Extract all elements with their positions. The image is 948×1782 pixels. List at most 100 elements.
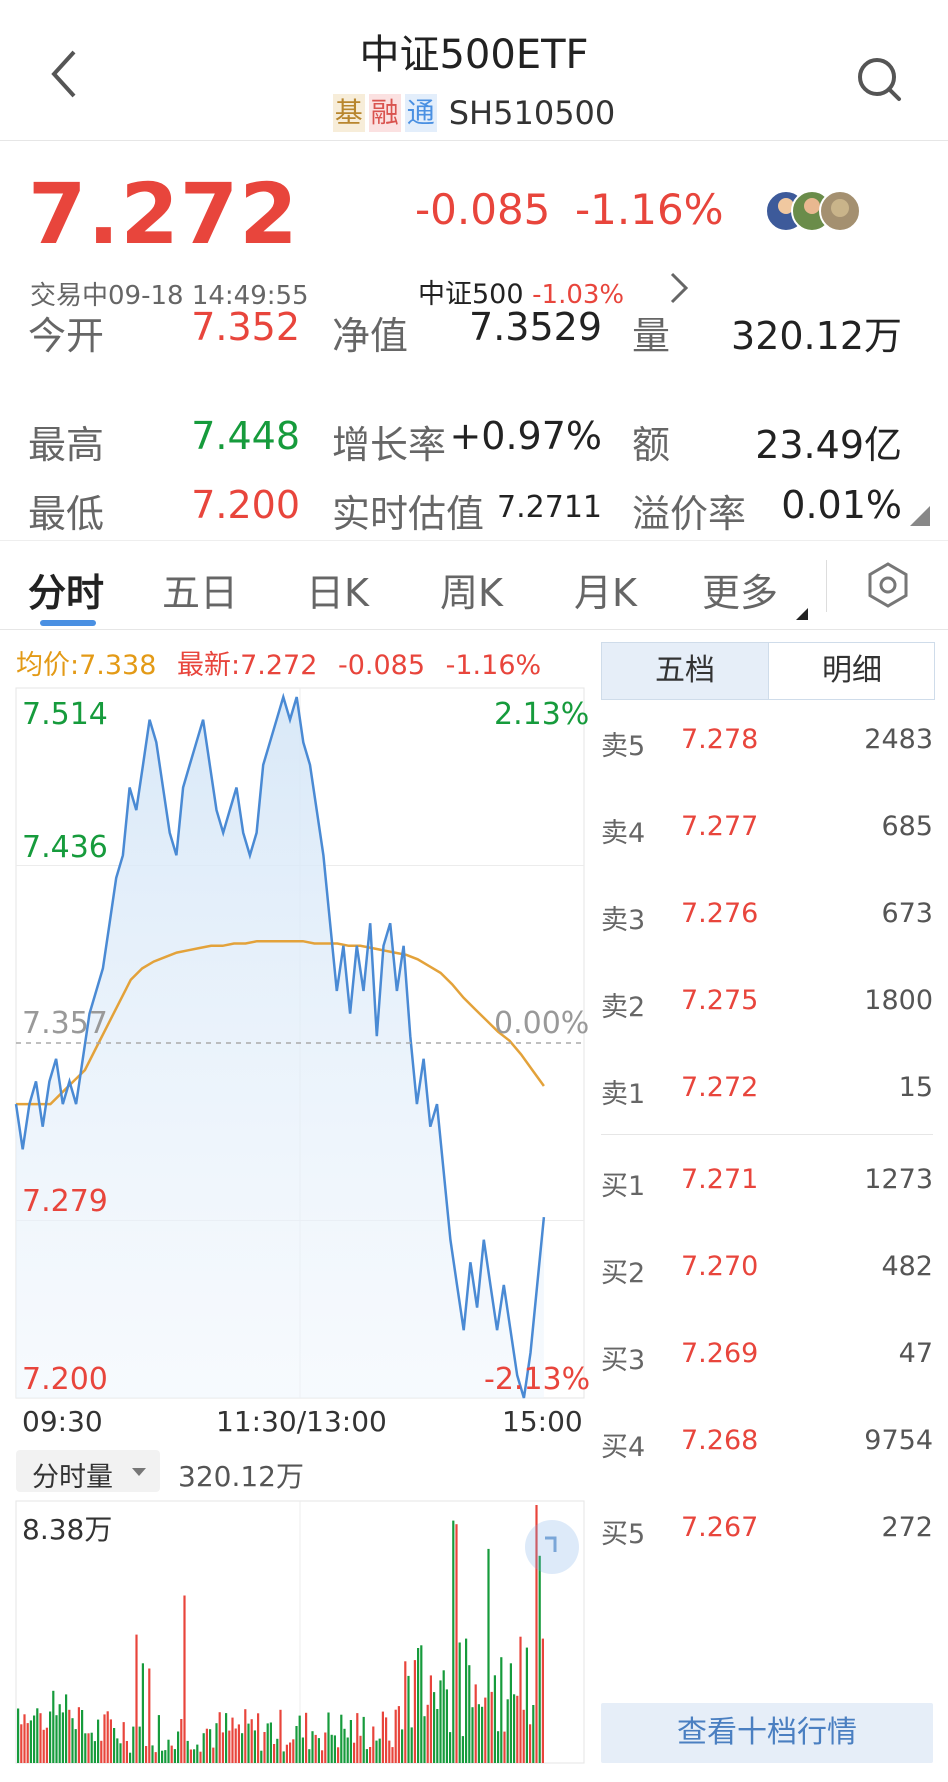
volume-bar	[167, 1739, 170, 1763]
volume-bar	[129, 1752, 132, 1763]
volume-bar	[225, 1713, 228, 1763]
volume-bar	[45, 1727, 48, 1763]
volume-bar	[500, 1657, 503, 1763]
volume-selector[interactable]: 分时量	[16, 1450, 160, 1493]
chevron-right-icon[interactable]	[668, 268, 690, 308]
volume-bar	[170, 1745, 173, 1763]
volume-bar	[340, 1714, 343, 1763]
volume-bar	[375, 1740, 378, 1763]
volume-bar	[39, 1713, 42, 1763]
volume-bar	[295, 1726, 298, 1763]
stat-value-volume: 320.12万	[731, 314, 902, 358]
volume-bar	[388, 1740, 391, 1763]
volume-max-label: 8.38万	[22, 1513, 113, 1546]
volume-bar	[23, 1714, 26, 1763]
volume-bar	[282, 1751, 285, 1763]
ask-row: 卖4 7.277 685	[601, 811, 933, 851]
volume-bar	[177, 1731, 180, 1763]
y-tick-left-2: 7.357	[22, 1006, 108, 1041]
ask-label: 卖4	[601, 818, 646, 849]
volume-bar	[90, 1732, 93, 1763]
volume-bar	[132, 1726, 135, 1763]
volume-bar	[404, 1661, 407, 1763]
view-ten-levels-button[interactable]: 查看十档行情	[601, 1703, 933, 1763]
volume-bar	[394, 1709, 397, 1763]
volume-bar	[513, 1694, 516, 1763]
volume-bar	[218, 1712, 221, 1763]
tab-daily-k[interactable]: 日K	[306, 562, 369, 617]
y-tick-right-2: -2.13%	[484, 1362, 591, 1397]
volume-bar	[116, 1738, 119, 1763]
x-tick-2: 15:00	[502, 1405, 583, 1438]
volume-bar	[84, 1733, 87, 1763]
volume-bar	[228, 1730, 231, 1763]
volume-bar	[285, 1744, 288, 1763]
stat-label-growth: 增长率	[332, 423, 447, 467]
volume-bar	[58, 1704, 61, 1763]
volume-bar	[193, 1749, 196, 1763]
y-tick-left-1: 7.436	[22, 830, 108, 865]
community-avatars[interactable]	[764, 188, 874, 234]
stat-value-estimate: 7.2711	[497, 490, 602, 525]
bid-price: 7.269	[681, 1338, 759, 1369]
stat-value-amount: 23.49亿	[755, 423, 902, 467]
ask-price: 7.275	[681, 985, 759, 1016]
volume-bar	[241, 1733, 244, 1763]
tab-detail[interactable]: 明细	[768, 643, 935, 699]
stat-label-open: 今开	[28, 314, 105, 358]
bid-volume: 272	[881, 1512, 933, 1543]
settings-icon[interactable]	[865, 562, 911, 608]
volume-bar	[260, 1750, 263, 1763]
volume-bar	[113, 1728, 116, 1763]
expand-corner-icon[interactable]	[910, 506, 930, 526]
volume-bar	[93, 1741, 96, 1763]
volume-bar	[269, 1722, 272, 1763]
bid-volume: 482	[881, 1251, 933, 1282]
tab-intraday[interactable]: 分时	[28, 562, 104, 617]
volume-bar	[327, 1712, 330, 1763]
y-tick-right-1: 0.00%	[494, 1006, 590, 1041]
price-change: -0.085	[415, 185, 551, 234]
ask-label: 卖5	[601, 731, 646, 762]
volume-bar	[109, 1719, 112, 1763]
tab-more[interactable]: 更多	[702, 562, 778, 617]
stat-value-nav: 7.3529	[469, 305, 602, 349]
avg-price: 均价:7.338	[16, 650, 157, 681]
bid-row: 买4 7.268 9754	[601, 1425, 933, 1465]
search-icon[interactable]	[855, 55, 905, 105]
ask-row: 卖5 7.278 2483	[601, 724, 933, 764]
tab-five-day[interactable]: 五日	[162, 562, 238, 617]
bid-label: 买4	[601, 1432, 646, 1463]
volume-bar	[442, 1670, 445, 1763]
latest-change: -0.085	[338, 650, 426, 681]
volume-bar	[292, 1739, 295, 1763]
volume-bar	[180, 1719, 183, 1763]
volume-bar	[381, 1711, 384, 1763]
tab-five-level[interactable]: 五档	[602, 643, 768, 699]
volume-bar	[362, 1716, 365, 1763]
volume-bar	[42, 1729, 45, 1763]
volume-bar	[135, 1634, 138, 1763]
crosshair-toggle-button[interactable]	[525, 1520, 579, 1574]
volume-selector-label: 分时量	[32, 1462, 113, 1493]
volume-bar	[263, 1732, 266, 1763]
bid-row: 买2 7.270 482	[601, 1251, 933, 1291]
volume-bar	[289, 1742, 292, 1763]
volume-bar	[148, 1668, 151, 1763]
bid-label: 买3	[601, 1345, 646, 1376]
tab-weekly-k[interactable]: 周K	[440, 562, 503, 617]
volume-bar	[343, 1728, 346, 1763]
ask-volume: 673	[881, 898, 933, 929]
x-tick-0: 09:30	[22, 1405, 103, 1438]
volume-bar	[100, 1740, 103, 1763]
stat-value-low: 7.200	[191, 483, 300, 527]
volume-bar	[541, 1638, 544, 1763]
volume-bar	[426, 1704, 429, 1763]
volume-bar	[164, 1750, 167, 1763]
volume-bar	[474, 1684, 477, 1763]
volume-bar	[52, 1690, 55, 1763]
volume-bar	[257, 1713, 260, 1763]
volume-bar	[119, 1743, 122, 1763]
volume-bar	[346, 1737, 349, 1763]
tab-monthly-k[interactable]: 月K	[574, 562, 637, 617]
